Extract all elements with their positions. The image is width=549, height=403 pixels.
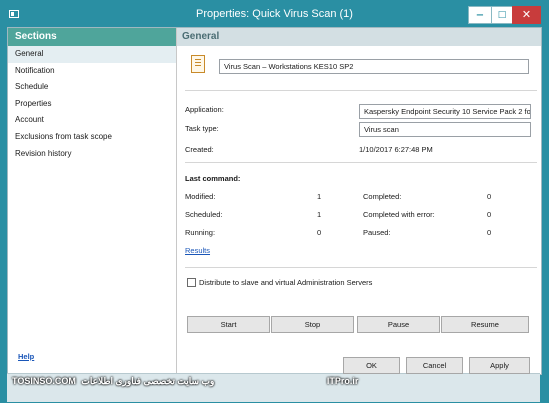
pause-button[interactable]: Pause [357, 316, 440, 333]
task-name-input[interactable] [219, 59, 529, 74]
sidebar-item-account[interactable]: Account [8, 112, 176, 129]
created-value: 1/10/2017 6:27:48 PM [359, 145, 433, 154]
sidebar-item-properties[interactable]: Properties [8, 96, 176, 113]
created-label: Created: [185, 145, 214, 154]
distribute-label: Distribute to slave and virtual Administ… [199, 278, 373, 287]
sidebar-item-exclusions[interactable]: Exclusions from task scope [8, 129, 176, 146]
minimize-button[interactable]: − [468, 6, 492, 24]
sidebar-item-schedule[interactable]: Schedule [8, 79, 176, 96]
divider [185, 267, 537, 268]
completed-label: Completed: [363, 192, 402, 201]
distribute-checkbox[interactable] [187, 278, 196, 287]
completed-with-error-label: Completed with error: [363, 210, 435, 219]
close-button[interactable]: ✕ [512, 6, 541, 24]
running-value: 0 [317, 228, 322, 237]
results-link[interactable]: Results [185, 246, 210, 255]
completed-value: 0 [487, 192, 492, 201]
window-title: Properties: Quick Virus Scan (1) [196, 8, 353, 20]
scheduled-value: 1 [317, 210, 322, 219]
cancel-button[interactable]: Cancel [406, 357, 463, 374]
task-type-label: Task type: [185, 124, 219, 133]
help-link[interactable]: Help [18, 352, 34, 361]
title-bar[interactable]: Properties: Quick Virus Scan (1) − □ ✕ [1, 1, 548, 28]
modified-label: Modified: [185, 192, 216, 201]
modified-value: 1 [317, 192, 322, 201]
divider [185, 90, 537, 91]
scheduled-label: Scheduled: [185, 210, 223, 219]
start-button[interactable]: Start [187, 316, 270, 333]
watermark-right: ITPro.ir [326, 376, 359, 386]
sections-list: General Notification Schedule Properties… [8, 46, 176, 162]
sidebar-item-notification[interactable]: Notification [8, 63, 176, 80]
last-command-label: Last command: [185, 174, 241, 183]
paused-value: 0 [487, 228, 492, 237]
general-panel: General Application: Kaspersky Endpoint … [177, 28, 541, 374]
paused-label: Paused: [363, 228, 391, 237]
watermark-middle: وب سایت تخصصی فناوری اطلاعات [81, 376, 215, 386]
resume-button[interactable]: Resume [441, 316, 529, 333]
watermark: TOSINSO.COM وب سایت تخصصی فناوری اطلاعات… [12, 376, 358, 387]
task-type-field[interactable]: Virus scan [359, 122, 531, 137]
task-icon [191, 55, 205, 73]
sidebar-item-general[interactable]: General [8, 46, 176, 63]
completed-with-error-value: 0 [487, 210, 492, 219]
maximize-button[interactable]: □ [491, 6, 513, 24]
general-header: General [177, 28, 541, 46]
application-field[interactable]: Kaspersky Endpoint Security 10 Service P… [359, 104, 531, 119]
ok-button[interactable]: OK [343, 357, 400, 374]
stop-button[interactable]: Stop [271, 316, 354, 333]
watermark-left: TOSINSO.COM [12, 376, 76, 386]
apply-button[interactable]: Apply [469, 357, 530, 374]
dialog-content: Sections General Notification Schedule P… [7, 27, 542, 375]
sidebar-item-revision-history[interactable]: Revision history [8, 146, 176, 163]
divider [185, 162, 537, 163]
running-label: Running: [185, 228, 216, 237]
application-label: Application: [185, 105, 224, 114]
sections-sidebar: Sections General Notification Schedule P… [8, 28, 177, 374]
sections-header: Sections [8, 28, 176, 46]
